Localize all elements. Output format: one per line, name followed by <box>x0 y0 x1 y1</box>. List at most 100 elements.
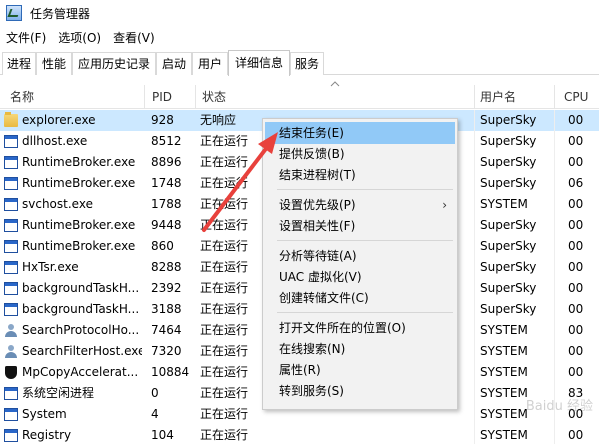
table-row[interactable]: Registry 104 正在运行 SYSTEM 00 <box>0 425 599 444</box>
process-pid: 8288 <box>151 260 182 274</box>
process-user: SYSTEM <box>480 365 528 379</box>
context-menu: 结束任务(E) 提供反馈(B) 结束进程树(T) 设置优先级(P) › 设置相关性(F) 分… <box>262 118 458 410</box>
process-pid: 8896 <box>151 155 182 169</box>
context-menu-item[interactable]: UAC 虚拟化(V) <box>265 266 455 288</box>
process-cpu: 00 <box>568 323 584 337</box>
process-user: SuperSky <box>480 302 537 316</box>
cell-divider <box>474 362 475 383</box>
person-icon <box>4 345 18 358</box>
tab-details[interactable]: 详细信息 <box>228 50 290 76</box>
process-name: RuntimeBroker.exe <box>22 239 136 253</box>
context-menu-item[interactable]: 结束任务(E) <box>265 122 455 144</box>
cell-divider <box>554 215 555 236</box>
process-name: svchost.exe <box>22 197 93 211</box>
process-name: MpCopyAccelerat... <box>22 365 139 379</box>
menu-separator <box>277 240 453 241</box>
cell-divider <box>474 299 475 320</box>
process-name: RuntimeBroker.exe <box>22 155 136 169</box>
menu-separator <box>277 312 453 313</box>
process-cpu: 00 <box>568 155 584 169</box>
task-manager-app-icon <box>6 5 22 21</box>
process-name: SearchFilterHost.exe <box>22 344 142 358</box>
menu-bar: 文件(F) 选项(O) 查看(V) <box>0 28 161 48</box>
column-header-pid[interactable]: PID <box>146 85 172 109</box>
cell-divider <box>554 257 555 278</box>
process-cpu: 00 <box>568 260 584 274</box>
cell-divider <box>474 320 475 341</box>
context-menu-item[interactable]: 提供反馈(B) <box>265 143 455 165</box>
cell-divider <box>474 173 475 194</box>
menu-separator <box>277 189 453 190</box>
window-icon <box>4 282 18 295</box>
cell-divider <box>554 236 555 257</box>
menu-file[interactable]: 文件(F) <box>0 28 52 48</box>
column-header-cpu[interactable]: CPU <box>558 85 588 109</box>
process-user: SuperSky <box>480 281 537 295</box>
process-user: SYSTEM <box>480 197 528 211</box>
title-bar: 任务管理器 <box>0 0 599 26</box>
column-header-user[interactable]: 用户名 <box>474 85 516 109</box>
tab-services[interactable]: 服务 <box>290 52 324 75</box>
context-menu-item-label: 属性(R) <box>279 363 321 377</box>
process-pid: 1788 <box>151 197 182 211</box>
tab-performance[interactable]: 性能 <box>36 52 72 75</box>
process-cpu: 00 <box>568 344 584 358</box>
process-name: SearchProtocolHo... <box>22 323 140 337</box>
tab-startup[interactable]: 启动 <box>156 52 192 75</box>
context-menu-item[interactable]: 在线搜索(N) <box>265 338 455 360</box>
process-pid: 860 <box>151 239 174 253</box>
process-pid: 9448 <box>151 218 182 232</box>
tab-users[interactable]: 用户 <box>192 52 228 75</box>
context-menu-item[interactable]: 结束进程树(T) <box>265 164 455 186</box>
process-cpu: 00 <box>568 218 584 232</box>
context-menu-item[interactable]: 打开文件所在的位置(O) <box>265 317 455 339</box>
cell-divider <box>554 299 555 320</box>
cell-divider <box>554 173 555 194</box>
process-pid: 928 <box>151 113 174 127</box>
context-menu-item[interactable]: 转到服务(S) <box>265 380 455 402</box>
context-menu-item[interactable]: 设置相关性(F) <box>265 215 455 237</box>
cell-divider <box>474 236 475 257</box>
process-cpu: 00 <box>568 365 584 379</box>
process-pid: 7320 <box>151 344 182 358</box>
window-icon <box>4 240 18 253</box>
cell-divider <box>474 383 475 404</box>
process-user: SYSTEM <box>480 344 528 358</box>
process-user: SYSTEM <box>480 428 528 442</box>
cell-divider <box>474 257 475 278</box>
cell-divider <box>474 341 475 362</box>
process-cpu: 00 <box>568 302 584 316</box>
context-menu-item[interactable]: 分析等待链(A) <box>265 245 455 267</box>
process-pid: 1748 <box>151 176 182 190</box>
column-header-name[interactable]: 名称 <box>4 85 34 109</box>
context-menu-item-label: 打开文件所在的位置(O) <box>279 321 406 335</box>
process-pid: 8512 <box>151 134 182 148</box>
context-menu-item[interactable]: 创建转储文件(C) <box>265 287 455 309</box>
window-icon <box>4 198 18 211</box>
context-menu-item-label: 创建转储文件(C) <box>279 291 369 305</box>
cell-divider <box>554 425 555 444</box>
tab-app-history[interactable]: 应用历史记录 <box>72 52 156 75</box>
column-divider[interactable] <box>554 85 555 109</box>
column-divider[interactable] <box>144 85 145 109</box>
cell-divider <box>554 341 555 362</box>
context-menu-item[interactable]: 属性(R) <box>265 359 455 381</box>
process-pid: 10884 <box>151 365 190 379</box>
menu-options[interactable]: 选项(O) <box>52 28 107 48</box>
process-user: SuperSky <box>480 239 537 253</box>
process-pid: 104 <box>151 428 174 442</box>
context-menu-item-label: 结束任务(E) <box>279 126 344 140</box>
window-icon <box>4 177 18 190</box>
window-icon <box>4 429 18 442</box>
process-pid: 2392 <box>151 281 182 295</box>
cell-divider <box>554 320 555 341</box>
tab-processes[interactable]: 进程 <box>2 52 36 75</box>
window-icon <box>4 303 18 316</box>
tab-strip: 进程 性能 应用历史记录 启动 用户 详细信息 服务 <box>0 50 599 76</box>
menu-view[interactable]: 查看(V) <box>107 28 161 48</box>
column-header-status[interactable]: 状态 <box>196 85 226 109</box>
cell-divider <box>474 404 475 425</box>
process-name: 系统空闲进程 <box>22 386 95 400</box>
context-menu-item[interactable]: 设置优先级(P) › <box>265 194 455 216</box>
process-name: System <box>22 407 67 421</box>
